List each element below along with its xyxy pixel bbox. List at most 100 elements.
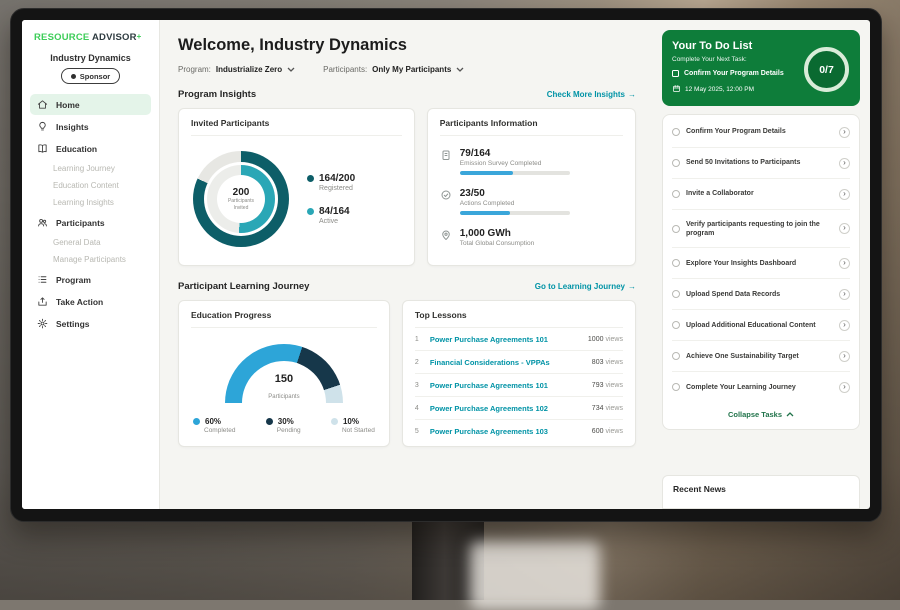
radio-icon[interactable]	[672, 190, 680, 198]
lesson-name-link[interactable]: Financial Considerations - VPPAs	[430, 358, 583, 367]
sidebar-item-label: Program	[56, 275, 91, 285]
task-row-explore-insights[interactable]: Explore Your Insights Dashboard ›	[672, 248, 850, 279]
card-title: Top Lessons	[415, 310, 623, 328]
chevron-up-icon	[786, 410, 794, 419]
chevron-right-icon[interactable]: ›	[839, 223, 850, 234]
task-row-upload-educational-content[interactable]: Upload Additional Educational Content ›	[672, 310, 850, 341]
legend-value: 84/164	[319, 206, 350, 217]
invited-card-body: 200 Participants Invited 164/200 Registe…	[191, 136, 402, 256]
sidebar-item-label: Settings	[56, 319, 90, 329]
lesson-rank: 1	[415, 336, 423, 343]
survey-icon	[440, 149, 452, 175]
program-filter-dropdown[interactable]: Program: Industrialize Zero	[178, 65, 295, 74]
stat-emission-survey: 79/164 Emission Survey Completed	[440, 148, 623, 175]
chevron-right-icon[interactable]: ›	[839, 382, 850, 393]
task-label: Confirm Your Program Details	[686, 127, 833, 136]
task-row-invite-collaborator[interactable]: Invite a Collaborator ›	[672, 179, 850, 210]
sidebar-item-learning-insights[interactable]: Learning Insights	[22, 194, 159, 211]
lesson-row[interactable]: 4 Power Purchase Agreements 102 734views	[415, 397, 623, 420]
lesson-name-link[interactable]: Power Purchase Agreements 102	[430, 404, 583, 413]
sidebar-subitem-label: Education Content	[53, 181, 119, 190]
todo-tasks-card: Confirm Your Program Details › Send 50 I…	[662, 114, 860, 430]
lesson-views-label: views	[605, 359, 623, 366]
sidebar-subitem-label: Manage Participants	[53, 255, 126, 264]
task-row-send-invitations[interactable]: Send 50 Invitations to Participants ›	[672, 148, 850, 179]
sidebar-item-general-data[interactable]: General Data	[22, 234, 159, 251]
collapse-tasks-link[interactable]: Collapse Tasks	[672, 402, 850, 425]
lesson-views-count: 1000	[588, 336, 604, 343]
sidebar-item-program[interactable]: Program	[30, 269, 151, 290]
radio-icon[interactable]	[672, 383, 680, 391]
todo-header-card: Your To Do List Complete Your Next Task:…	[662, 30, 860, 106]
go-to-learning-journey-link[interactable]: Go to Learning Journey →	[535, 282, 636, 291]
sidebar-item-education-content[interactable]: Education Content	[22, 177, 159, 194]
legend-item-completed: 60% Completed	[193, 417, 235, 434]
radio-icon[interactable]	[672, 321, 680, 329]
sidebar-item-participants[interactable]: Participants	[30, 212, 151, 233]
lesson-row[interactable]: 5 Power Purchase Agreements 103 600views	[415, 420, 623, 442]
check-more-insights-link[interactable]: Check More Insights →	[547, 90, 636, 99]
todo-panel: Your To Do List Complete Your Next Task:…	[652, 20, 870, 509]
insights-icon	[37, 121, 48, 132]
org-name: Industry Dynamics	[22, 53, 159, 63]
task-label: Upload Additional Educational Content	[686, 321, 833, 330]
radio-icon[interactable]	[672, 128, 680, 136]
lesson-name-link[interactable]: Power Purchase Agreements 103	[430, 427, 583, 436]
learning-journey-cards: Education Progress 150 Participants 60% …	[178, 300, 636, 447]
sidebar-item-label: Take Action	[56, 297, 103, 307]
chevron-right-icon[interactable]: ›	[839, 158, 850, 169]
sponsor-badge[interactable]: Sponsor	[61, 68, 120, 84]
todo-next-task[interactable]: Confirm Your Program Details	[672, 70, 804, 77]
stat-global-consumption: 1,000 GWh Total Global Consumption	[440, 228, 623, 247]
sidebar-item-learning-journey[interactable]: Learning Journey	[22, 160, 159, 177]
task-row-verify-participants[interactable]: Verify participants requesting to join t…	[672, 210, 850, 248]
chevron-right-icon[interactable]: ›	[839, 189, 850, 200]
lesson-name-link[interactable]: Power Purchase Agreements 101	[430, 335, 579, 344]
card-title: Education Progress	[191, 310, 377, 328]
lesson-row[interactable]: 1 Power Purchase Agreements 101 1000view…	[415, 328, 623, 351]
participants-information-card: Participants Information 79/164 Emission…	[427, 108, 636, 266]
lesson-views-label: views	[605, 336, 623, 343]
sidebar-item-education[interactable]: Education	[30, 138, 151, 159]
location-pin-icon	[440, 229, 452, 247]
sidebar-item-home[interactable]: Home	[30, 94, 151, 115]
logo-advisor: ADVISOR	[92, 32, 137, 43]
chevron-right-icon[interactable]: ›	[839, 127, 850, 138]
task-row-complete-learning-journey[interactable]: Complete Your Learning Journey ›	[672, 372, 850, 402]
sidebar-item-settings[interactable]: Settings	[30, 313, 151, 334]
legend-label: Completed	[204, 427, 235, 434]
task-row-confirm-program[interactable]: Confirm Your Program Details ›	[672, 117, 850, 148]
radio-icon[interactable]	[672, 159, 680, 167]
lesson-row[interactable]: 3 Power Purchase Agreements 101 793views	[415, 374, 623, 397]
checkbox-icon[interactable]	[672, 70, 679, 77]
chevron-right-icon[interactable]: ›	[839, 320, 850, 331]
sidebar-item-manage-participants[interactable]: Manage Participants	[22, 251, 159, 268]
home-icon	[37, 99, 48, 110]
radio-icon[interactable]	[672, 259, 680, 267]
lesson-views-count: 803	[592, 359, 604, 366]
sidebar-item-take-action[interactable]: Take Action	[30, 291, 151, 312]
legend-value: 60%	[205, 417, 221, 426]
task-row-achieve-target[interactable]: Achieve One Sustainability Target ›	[672, 341, 850, 372]
legend-label: Active	[319, 218, 355, 225]
participants-filter-dropdown[interactable]: Participants: Only My Participants	[323, 65, 464, 74]
radio-icon[interactable]	[672, 290, 680, 298]
education-progress-card: Education Progress 150 Participants 60% …	[178, 300, 390, 447]
lesson-row[interactable]: 2 Financial Considerations - VPPAs 803vi…	[415, 351, 623, 374]
chevron-right-icon[interactable]: ›	[839, 351, 850, 362]
program-insights-cards: Invited Participants 200 Participants In…	[178, 108, 636, 266]
radio-icon[interactable]	[672, 352, 680, 360]
legend-item-not-started: 10% Not Started	[331, 417, 375, 434]
radio-icon[interactable]	[672, 225, 680, 233]
lesson-name-link[interactable]: Power Purchase Agreements 101	[430, 381, 583, 390]
progress-bar-fill	[460, 171, 513, 175]
chevron-right-icon[interactable]: ›	[839, 258, 850, 269]
sidebar-item-insights[interactable]: Insights	[30, 116, 151, 137]
progress-bar	[460, 171, 570, 175]
gauge-center-value: 150	[225, 373, 343, 385]
task-row-upload-spend-data[interactable]: Upload Spend Data Records ›	[672, 279, 850, 310]
chevron-right-icon[interactable]: ›	[839, 289, 850, 300]
lesson-views-label: views	[605, 428, 623, 435]
sidebar-item-label: Insights	[56, 122, 89, 132]
settings-gear-icon	[37, 318, 48, 329]
